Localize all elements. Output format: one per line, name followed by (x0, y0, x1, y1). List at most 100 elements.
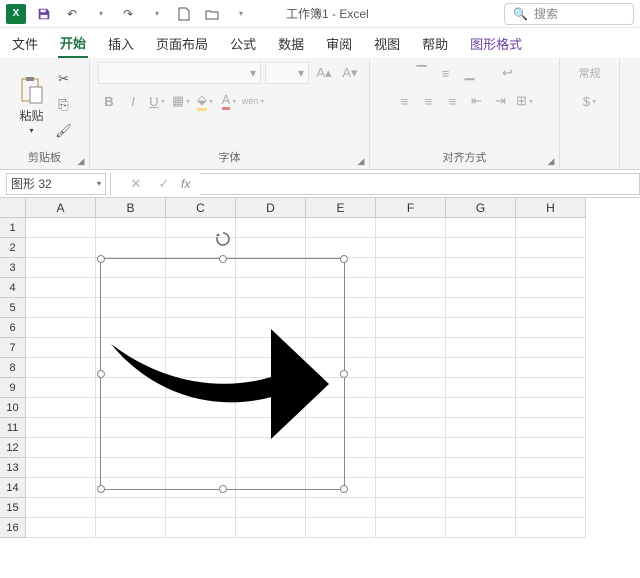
number-format-label[interactable]: 常规 (579, 62, 601, 84)
row-header[interactable]: 7 (0, 338, 26, 358)
cancel-formula-button[interactable]: ✕ (125, 173, 147, 195)
cell[interactable] (376, 478, 446, 498)
cell[interactable] (446, 338, 516, 358)
cell[interactable] (26, 518, 96, 538)
cell[interactable] (96, 498, 166, 518)
cell[interactable] (26, 338, 96, 358)
cell[interactable] (446, 458, 516, 478)
cell[interactable] (516, 298, 586, 318)
increase-font-button[interactable]: A▴ (313, 62, 335, 84)
cell[interactable] (516, 358, 586, 378)
row-header[interactable]: 11 (0, 418, 26, 438)
resize-handle-bl[interactable] (97, 485, 105, 493)
cell[interactable] (376, 398, 446, 418)
fx-icon[interactable]: fx (181, 177, 190, 191)
cell[interactable] (446, 478, 516, 498)
cell[interactable] (306, 518, 376, 538)
tab-data[interactable]: 数据 (276, 30, 306, 57)
row-header[interactable]: 14 (0, 478, 26, 498)
row-header[interactable]: 10 (0, 398, 26, 418)
cell[interactable] (376, 438, 446, 458)
cell[interactable] (26, 458, 96, 478)
new-file-icon[interactable] (174, 4, 194, 24)
resize-handle-t[interactable] (219, 255, 227, 263)
cell[interactable] (376, 278, 446, 298)
cell[interactable] (26, 318, 96, 338)
row-header[interactable]: 4 (0, 278, 26, 298)
cell[interactable] (516, 398, 586, 418)
cell[interactable] (516, 278, 586, 298)
cell[interactable] (446, 438, 516, 458)
wrap-text-button[interactable]: ↩ (497, 62, 519, 84)
cell[interactable] (446, 218, 516, 238)
cell[interactable] (516, 258, 586, 278)
search-box[interactable]: 🔍 搜索 (504, 3, 634, 25)
column-header[interactable]: D (236, 198, 306, 218)
cell[interactable] (516, 318, 586, 338)
cell[interactable] (516, 458, 586, 478)
tab-layout[interactable]: 页面布局 (154, 30, 210, 57)
tab-formulas[interactable]: 公式 (228, 30, 258, 57)
cell[interactable] (26, 398, 96, 418)
cell[interactable] (26, 258, 96, 278)
resize-handle-tl[interactable] (97, 255, 105, 263)
align-bottom-button[interactable]: ▁ (459, 62, 481, 84)
bold-button[interactable]: B (98, 90, 120, 112)
cell[interactable] (516, 478, 586, 498)
row-header[interactable]: 16 (0, 518, 26, 538)
tab-file[interactable]: 文件 (10, 30, 40, 57)
row-header[interactable]: 13 (0, 458, 26, 478)
cell[interactable] (446, 278, 516, 298)
cell[interactable] (446, 298, 516, 318)
cell[interactable] (306, 498, 376, 518)
row-header[interactable]: 1 (0, 218, 26, 238)
column-header[interactable]: A (26, 198, 96, 218)
cell[interactable] (236, 238, 306, 258)
row-header[interactable]: 5 (0, 298, 26, 318)
align-right-button[interactable]: ≡ (442, 90, 464, 112)
cell[interactable] (166, 498, 236, 518)
cell[interactable] (446, 318, 516, 338)
cell[interactable] (26, 358, 96, 378)
cell[interactable] (26, 478, 96, 498)
undo-icon[interactable]: ↶ (62, 4, 82, 24)
cell[interactable] (446, 258, 516, 278)
cell[interactable] (236, 518, 306, 538)
column-header[interactable]: F (376, 198, 446, 218)
fill-color-button[interactable]: ⬙ (194, 90, 216, 112)
align-center-button[interactable]: ≡ (418, 90, 440, 112)
resize-handle-tr[interactable] (340, 255, 348, 263)
tab-insert[interactable]: 插入 (106, 30, 136, 57)
cell[interactable] (236, 218, 306, 238)
cell[interactable] (516, 238, 586, 258)
font-launcher-icon[interactable]: ◢ (355, 155, 367, 167)
cell[interactable] (26, 498, 96, 518)
cell[interactable] (376, 358, 446, 378)
cell[interactable] (516, 438, 586, 458)
redo-icon[interactable]: ↷ (118, 4, 138, 24)
row-header[interactable]: 9 (0, 378, 26, 398)
save-icon[interactable] (34, 4, 54, 24)
cell[interactable] (26, 218, 96, 238)
font-name-select[interactable]: ▾ (98, 62, 261, 84)
cell[interactable] (96, 218, 166, 238)
cell[interactable] (376, 518, 446, 538)
column-header[interactable]: H (516, 198, 586, 218)
clipboard-launcher-icon[interactable]: ◢ (75, 155, 87, 167)
cell[interactable] (96, 238, 166, 258)
column-header[interactable]: G (446, 198, 516, 218)
cell[interactable] (376, 418, 446, 438)
font-size-select[interactable]: ▾ (265, 62, 309, 84)
cell[interactable] (26, 378, 96, 398)
worksheet-grid[interactable]: ABCDEFGH 12345678910111213141516 (0, 198, 640, 576)
row-header[interactable]: 2 (0, 238, 26, 258)
format-painter-button[interactable]: 🖌 (53, 120, 75, 142)
tab-help[interactable]: 帮助 (420, 30, 450, 57)
undo-dropdown[interactable] (90, 4, 110, 24)
font-color-button[interactable]: A (218, 90, 240, 112)
cell[interactable] (376, 338, 446, 358)
cell[interactable] (26, 438, 96, 458)
decrease-indent-button[interactable]: ⇤ (466, 90, 488, 112)
formula-input[interactable] (200, 173, 640, 195)
cell[interactable] (446, 418, 516, 438)
